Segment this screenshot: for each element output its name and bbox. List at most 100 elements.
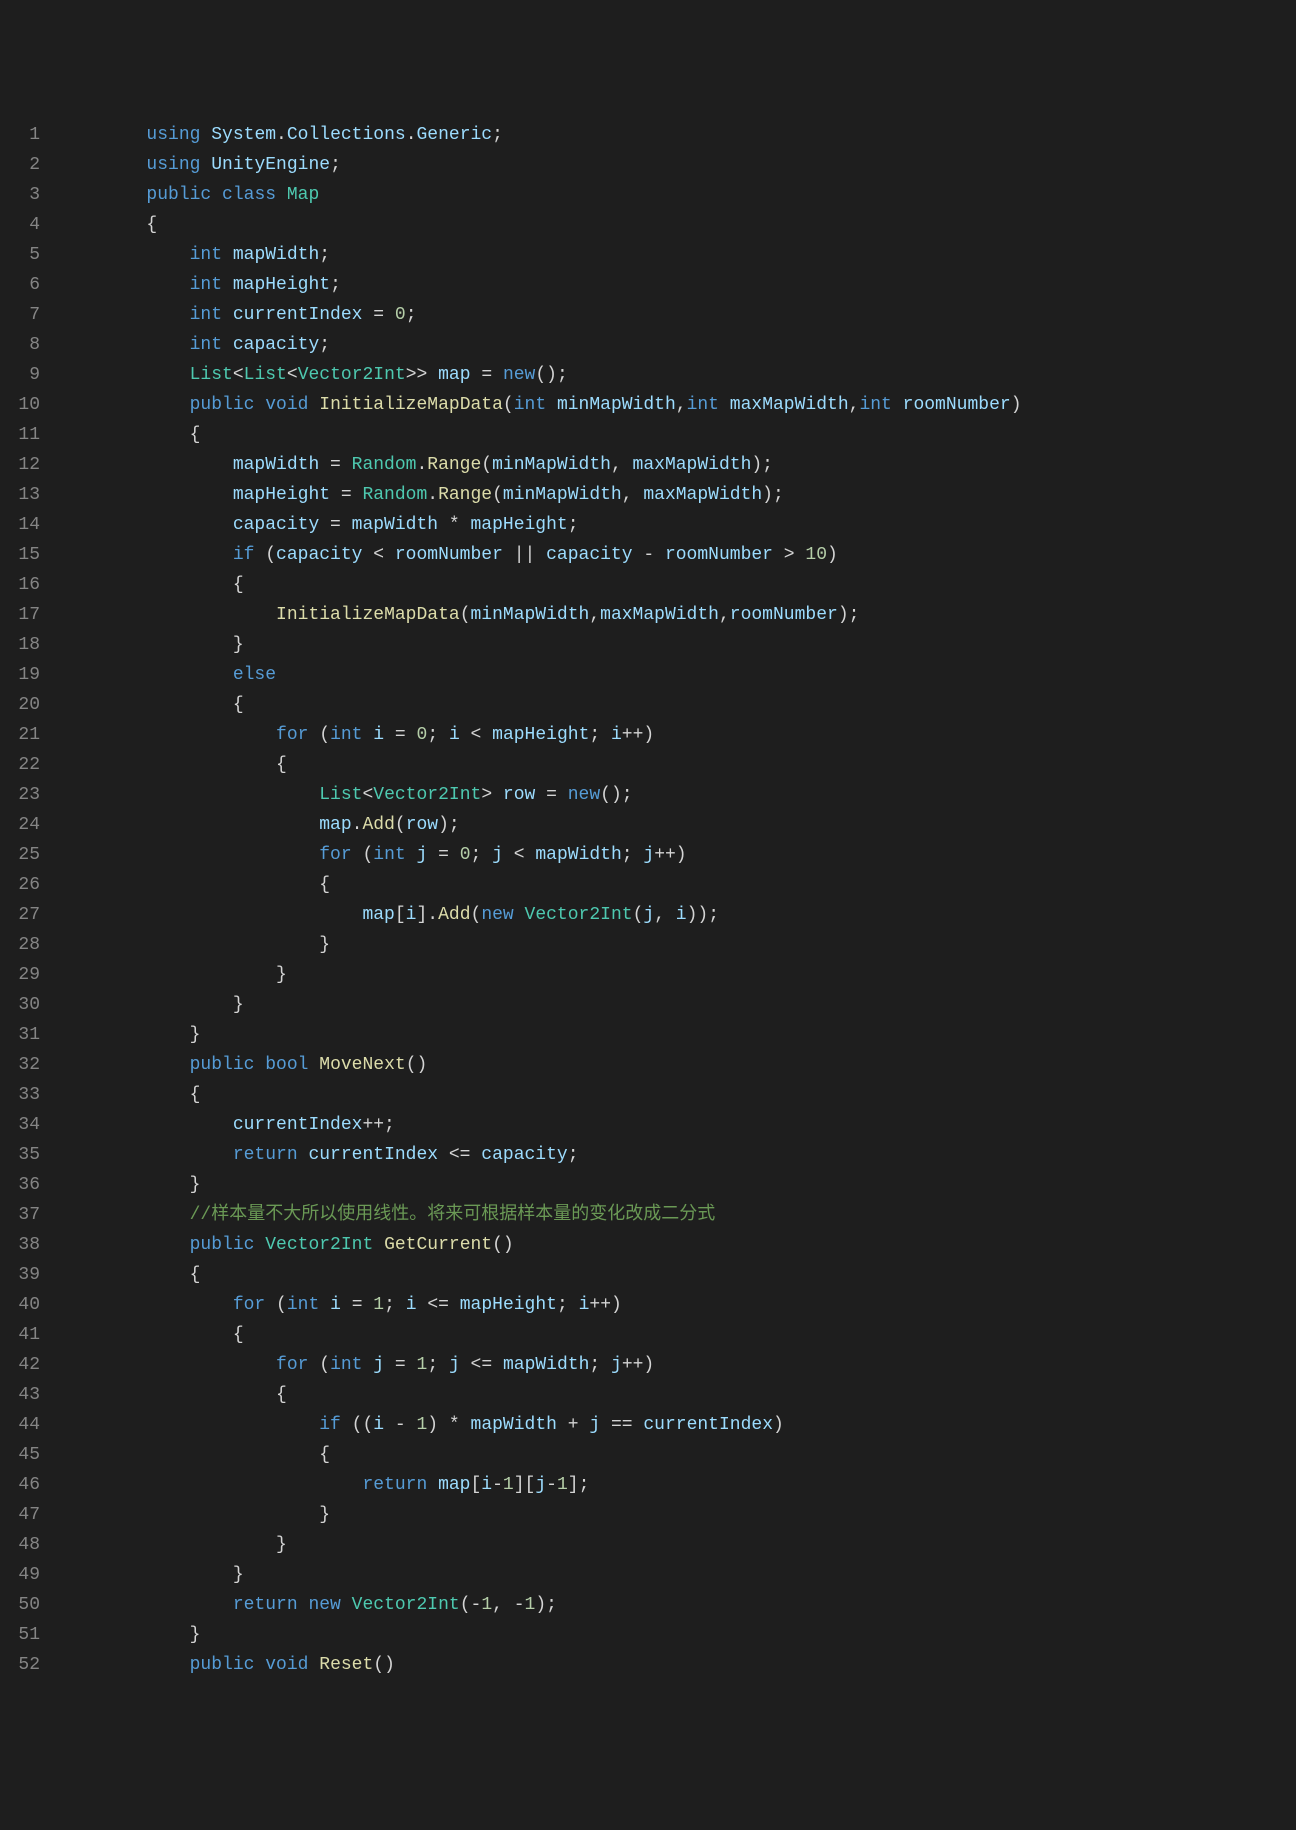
code-line[interactable]: }: [60, 1560, 1286, 1590]
token-op: ;: [557, 1295, 579, 1315]
token-op: >>: [406, 365, 438, 385]
token-op: ,: [589, 605, 600, 625]
code-line[interactable]: using UnityEngine;: [60, 150, 1286, 180]
code-line[interactable]: {: [60, 570, 1286, 600]
indent: [60, 1175, 190, 1195]
token-var: i: [676, 905, 687, 925]
token-num: 1: [373, 1295, 384, 1315]
code-line[interactable]: if ((i - 1) * mapWidth + j == currentInd…: [60, 1410, 1286, 1440]
token-var: mapWidth: [233, 455, 319, 475]
line-number: 7: [8, 300, 40, 330]
code-line[interactable]: currentIndex++;: [60, 1110, 1286, 1140]
token-brace: {: [233, 695, 244, 715]
code-line[interactable]: else: [60, 660, 1286, 690]
code-line[interactable]: int mapHeight;: [60, 270, 1286, 300]
code-line[interactable]: List<Vector2Int> row = new();: [60, 780, 1286, 810]
line-number: 18: [8, 630, 40, 660]
code-line[interactable]: }: [60, 1500, 1286, 1530]
code-line[interactable]: {: [60, 210, 1286, 240]
indent: [60, 1115, 233, 1135]
indent: [60, 965, 276, 985]
code-line[interactable]: mapHeight = Random.Range(minMapWidth, ma…: [60, 480, 1286, 510]
token-op: ,: [719, 605, 730, 625]
code-line[interactable]: public class Map: [60, 180, 1286, 210]
token-var: maxMapWidth: [633, 455, 752, 475]
code-line[interactable]: for (int i = 0; i < mapHeight; i++): [60, 720, 1286, 750]
code-line[interactable]: InitializeMapData(minMapWidth,maxMapWidt…: [60, 600, 1286, 630]
token-brace: }: [190, 1175, 201, 1195]
code-line[interactable]: map[i].Add(new Vector2Int(j, i));: [60, 900, 1286, 930]
token-var: i: [330, 1295, 341, 1315]
token-op: );: [751, 455, 773, 475]
code-line[interactable]: public void Reset(): [60, 1650, 1286, 1680]
code-line[interactable]: }: [60, 630, 1286, 660]
code-line[interactable]: int capacity;: [60, 330, 1286, 360]
token-kw: using: [146, 155, 211, 175]
code-line[interactable]: }: [60, 1620, 1286, 1650]
code-line[interactable]: public bool MoveNext(): [60, 1050, 1286, 1080]
code-editor[interactable]: 1234567891011121314151617181920212223242…: [0, 120, 1296, 1680]
code-line[interactable]: {: [60, 750, 1286, 780]
indent: [60, 395, 190, 415]
code-line[interactable]: }: [60, 1020, 1286, 1050]
line-number: 14: [8, 510, 40, 540]
token-method: Add: [362, 815, 394, 835]
code-line[interactable]: for (int i = 1; i <= mapHeight; i++): [60, 1290, 1286, 1320]
code-line[interactable]: int currentIndex = 0;: [60, 300, 1286, 330]
indent: [60, 605, 276, 625]
token-op: ,: [654, 905, 676, 925]
token-op: ;: [568, 1145, 579, 1165]
line-number: 48: [8, 1530, 40, 1560]
code-line[interactable]: }: [60, 960, 1286, 990]
code-line[interactable]: //样本量不大所以使用线性。将来可根据样本量的变化改成二分式: [60, 1200, 1286, 1230]
code-line[interactable]: {: [60, 690, 1286, 720]
token-kw: else: [233, 665, 276, 685]
code-line[interactable]: {: [60, 1380, 1286, 1410]
code-line[interactable]: for (int j = 0; j < mapWidth; j++): [60, 840, 1286, 870]
indent: [60, 1025, 190, 1045]
indent: [60, 185, 146, 205]
token-var: capacity: [481, 1145, 567, 1165]
token-var: i: [481, 1475, 492, 1495]
code-area[interactable]: using System.Collections.Generic; using …: [60, 120, 1296, 1680]
indent: [60, 125, 146, 145]
line-number: 26: [8, 870, 40, 900]
indent: [60, 275, 190, 295]
token-num: 1: [416, 1415, 427, 1435]
code-line[interactable]: capacity = mapWidth * mapHeight;: [60, 510, 1286, 540]
token-op: (): [373, 1655, 395, 1675]
code-line[interactable]: }: [60, 930, 1286, 960]
code-line[interactable]: using System.Collections.Generic;: [60, 120, 1286, 150]
line-number: 22: [8, 750, 40, 780]
indent: [60, 935, 319, 955]
code-line[interactable]: public Vector2Int GetCurrent(): [60, 1230, 1286, 1260]
code-line[interactable]: }: [60, 1530, 1286, 1560]
token-op: =: [362, 305, 394, 325]
code-line[interactable]: {: [60, 870, 1286, 900]
line-number: 42: [8, 1350, 40, 1380]
token-kw: int: [287, 1295, 330, 1315]
indent: [60, 1565, 233, 1585]
code-line[interactable]: List<List<Vector2Int>> map = new();: [60, 360, 1286, 390]
code-line[interactable]: public void InitializeMapData(int minMap…: [60, 390, 1286, 420]
line-number: 39: [8, 1260, 40, 1290]
code-line[interactable]: int mapWidth;: [60, 240, 1286, 270]
code-line[interactable]: {: [60, 1080, 1286, 1110]
code-line[interactable]: }: [60, 1170, 1286, 1200]
code-line[interactable]: {: [60, 1320, 1286, 1350]
code-line[interactable]: {: [60, 1440, 1286, 1470]
code-line[interactable]: {: [60, 420, 1286, 450]
code-line[interactable]: if (capacity < roomNumber || capacity - …: [60, 540, 1286, 570]
code-line[interactable]: for (int j = 1; j <= mapWidth; j++): [60, 1350, 1286, 1380]
code-line[interactable]: return new Vector2Int(-1, -1);: [60, 1590, 1286, 1620]
code-line[interactable]: return currentIndex <= capacity;: [60, 1140, 1286, 1170]
code-line[interactable]: map.Add(row);: [60, 810, 1286, 840]
token-op: =: [319, 455, 351, 475]
token-kw: for: [276, 725, 319, 745]
code-line[interactable]: {: [60, 1260, 1286, 1290]
code-line[interactable]: return map[i-1][j-1];: [60, 1470, 1286, 1500]
code-line[interactable]: }: [60, 990, 1286, 1020]
token-op: ,: [622, 485, 644, 505]
code-line[interactable]: mapWidth = Random.Range(minMapWidth, max…: [60, 450, 1286, 480]
token-op: .: [352, 815, 363, 835]
